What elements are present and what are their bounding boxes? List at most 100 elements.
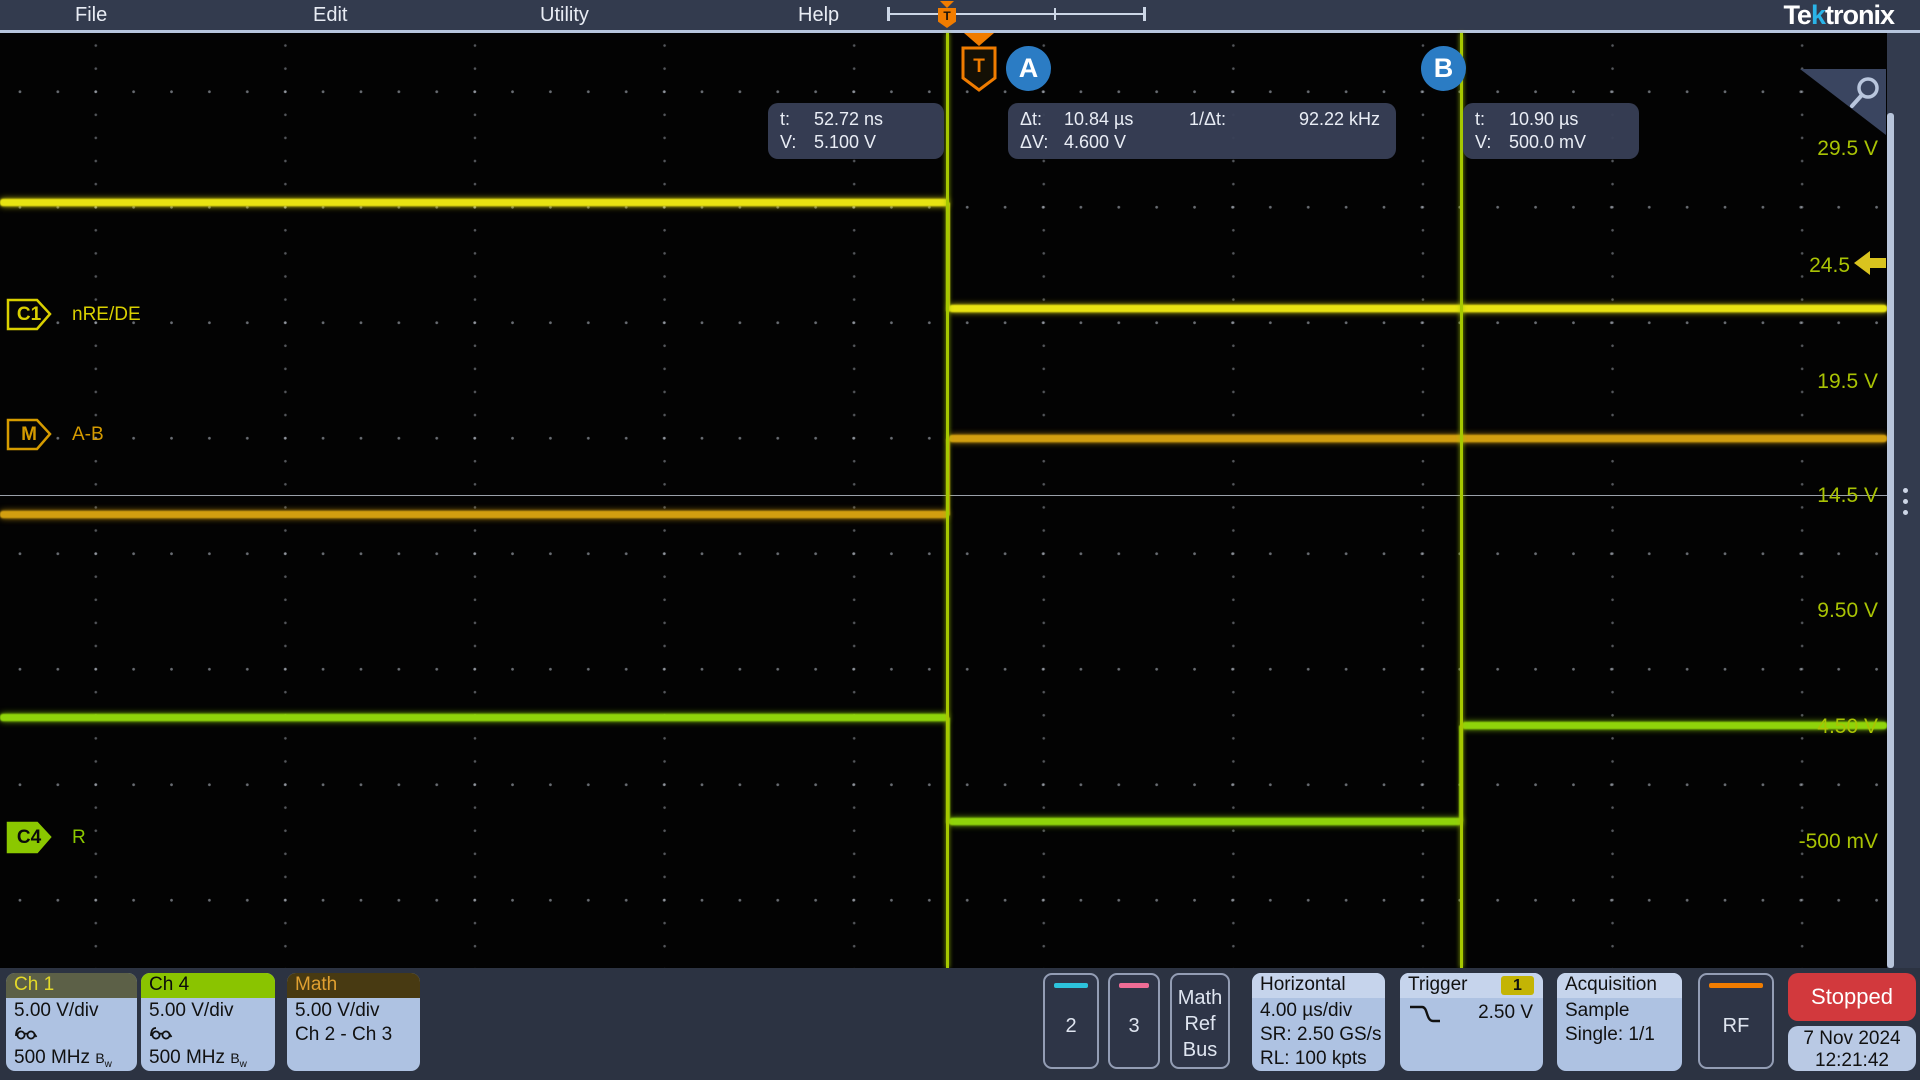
math-waveform-label[interactable]: A-B (72, 424, 104, 446)
ch4-trace-high1 (0, 714, 948, 721)
falling-edge-icon (1408, 1002, 1442, 1026)
cursor-a-bubble[interactable]: A (1006, 46, 1051, 91)
magnifier-icon (1847, 76, 1881, 112)
horizontal-header: Horizontal (1252, 973, 1385, 998)
dv-value: 4.600 V (1064, 131, 1126, 154)
channel-badge-c4[interactable]: C4 (6, 821, 52, 854)
trigger-source-badge: 1 (1501, 976, 1534, 995)
rf-button[interactable]: RF (1698, 973, 1774, 1069)
scale-label-14-5: 14.5 V (1788, 484, 1878, 508)
ch4-waveform-label[interactable]: R (72, 827, 86, 849)
record-view-tick (1054, 8, 1056, 20)
channel-badge-c1-text: C1 (17, 304, 41, 325)
acquisition-panel[interactable]: Acquisition Sample Single: 1/1 (1557, 973, 1682, 1071)
channel-badge-c4-text: C4 (17, 827, 41, 848)
right-drawer-handle[interactable] (1903, 488, 1909, 522)
menu-utility[interactable]: Utility (540, 4, 589, 27)
oscilloscope-screen: File Edit Utility Help T Tektronix (0, 0, 1920, 1080)
ch4-bandwidth: 500 MHz (149, 1047, 225, 1068)
datetime-badge: 7 Nov 2024 12:21:42 (1788, 1026, 1916, 1071)
trigger-panel[interactable]: Trigger 1 2.50 V (1400, 973, 1543, 1071)
trigger-t-icon: T (938, 8, 956, 28)
record-view-line (889, 13, 1143, 15)
cursor-a-line[interactable] (946, 33, 949, 968)
ch2-button-label: 2 (1045, 1015, 1097, 1038)
horizontal-sample-rate: SR: 2.50 GS/s (1252, 1022, 1385, 1046)
glasses-icon (149, 1025, 173, 1040)
rf-button-label: RF (1700, 1015, 1772, 1038)
inv-dt-value: 92.22 kHz (1255, 108, 1380, 131)
scale-label-29-5: 29.5 V (1788, 137, 1878, 161)
cursor-a-readout: t:52.72 ns V:5.100 V (768, 103, 944, 159)
ch1-bw-limit-tag: Bw (95, 1050, 112, 1066)
center-graticule-line (0, 495, 1887, 496)
menu-help[interactable]: Help (798, 4, 839, 27)
tektronix-logo: Tektronix (1783, 0, 1894, 31)
scale-label-19-5: 19.5 V (1788, 370, 1878, 394)
math-source: Ch 2 - Ch 3 (287, 1022, 420, 1046)
ch4-probe-row (141, 1022, 275, 1045)
menu-file[interactable]: File (75, 4, 107, 27)
scale-label-m500: -500 mV (1788, 830, 1878, 854)
channel-badge-math-text: M (21, 424, 37, 445)
waveform-display: T A B t:52.72 ns V:5.100 V Δt:10.84 µs 1… (0, 33, 1887, 968)
math-settings-badge[interactable]: Math 5.00 V/div Ch 2 - Ch 3 (287, 973, 420, 1071)
math-scale: 5.00 V/div (287, 998, 420, 1022)
horizontal-record-length: RL: 100 kpts (1252, 1046, 1385, 1070)
ch1-probe-row (6, 1022, 137, 1045)
logo-tronix: tronix (1825, 0, 1894, 30)
cursor-b-bubble[interactable]: B (1421, 46, 1466, 91)
ch1-header: Ch 1 (6, 973, 137, 998)
scale-label-24-5: 24.5 (1760, 254, 1850, 278)
menu-bar: File Edit Utility Help T Tektronix (0, 0, 1920, 30)
b-v-label: V: (1475, 131, 1509, 154)
mrb-line2: Ref (1172, 1011, 1228, 1037)
a-v-label: V: (780, 131, 814, 154)
ch2-button[interactable]: 2 (1043, 973, 1099, 1069)
ch4-settings-badge[interactable]: Ch 4 5.00 V/div 500 MHz Bw (141, 973, 275, 1071)
a-t-value: 52.72 ns (814, 108, 883, 131)
trigger-position-flag[interactable]: T (960, 45, 998, 93)
right-margin (1887, 33, 1920, 968)
ch4-trace-low (949, 818, 1462, 825)
ch1-settings-badge[interactable]: Ch 1 5.00 V/div 500 MHz Bw (6, 973, 137, 1071)
dt-label: Δt: (1020, 108, 1064, 131)
channel-badge-math[interactable]: M (6, 418, 52, 451)
record-view-left-bracket (887, 7, 890, 21)
cursor-b-readout: t:10.90 µs V:500.0 mV (1463, 103, 1639, 159)
channel-badge-c1[interactable]: C1 (6, 298, 52, 331)
ch4-scale: 5.00 V/div (141, 998, 275, 1022)
record-view-right-bracket (1143, 7, 1146, 21)
ch2-color-bar (1054, 983, 1088, 988)
horizontal-panel[interactable]: Horizontal 4.00 µs/div SR: 2.50 GS/s RL:… (1252, 973, 1385, 1071)
ch1-position-arrow-icon[interactable] (1854, 249, 1887, 277)
math-trace-high (949, 435, 1887, 442)
cursor-b-line[interactable] (1460, 33, 1463, 968)
zoom-corner-button[interactable] (1800, 69, 1886, 135)
scale-label-4-50: 4.50 V (1788, 715, 1878, 739)
glasses-icon (14, 1025, 38, 1040)
ch1-waveform-label[interactable]: nRE/DE (72, 304, 141, 326)
ch1-trace-low (949, 305, 1887, 312)
menu-edit[interactable]: Edit (313, 4, 347, 27)
ch4-bw-limit-tag: Bw (230, 1050, 247, 1066)
run-stop-status[interactable]: Stopped (1788, 973, 1916, 1021)
trigger-flag-t: T (973, 56, 985, 77)
trigger-header: Trigger 1 (1400, 973, 1543, 998)
trigger-triangle-icon (940, 1, 954, 8)
acquisition-header: Acquisition (1557, 973, 1682, 998)
a-t-label: t: (780, 108, 814, 131)
date-text: 7 Nov 2024 (1788, 1028, 1916, 1050)
right-scroll-strip[interactable] (1887, 113, 1894, 968)
acquisition-mode: Sample (1557, 998, 1682, 1022)
ch3-button[interactable]: 3 (1108, 973, 1160, 1069)
b-t-value: 10.90 µs (1509, 108, 1578, 131)
inv-dt-label: 1/Δt: (1189, 108, 1255, 131)
record-view-trigger-marker[interactable]: T (938, 1, 956, 28)
mrb-line3: Bus (1172, 1037, 1228, 1063)
b-v-value: 500.0 mV (1509, 131, 1586, 154)
math-ref-bus-button[interactable]: Math Ref Bus (1170, 973, 1230, 1069)
ch1-trace-high (0, 199, 948, 206)
trigger-level-value: 2.50 V (1478, 1001, 1533, 1024)
bottom-bar: Ch 1 5.00 V/div 500 MHz Bw Ch 4 5.00 V/d… (0, 968, 1920, 1080)
